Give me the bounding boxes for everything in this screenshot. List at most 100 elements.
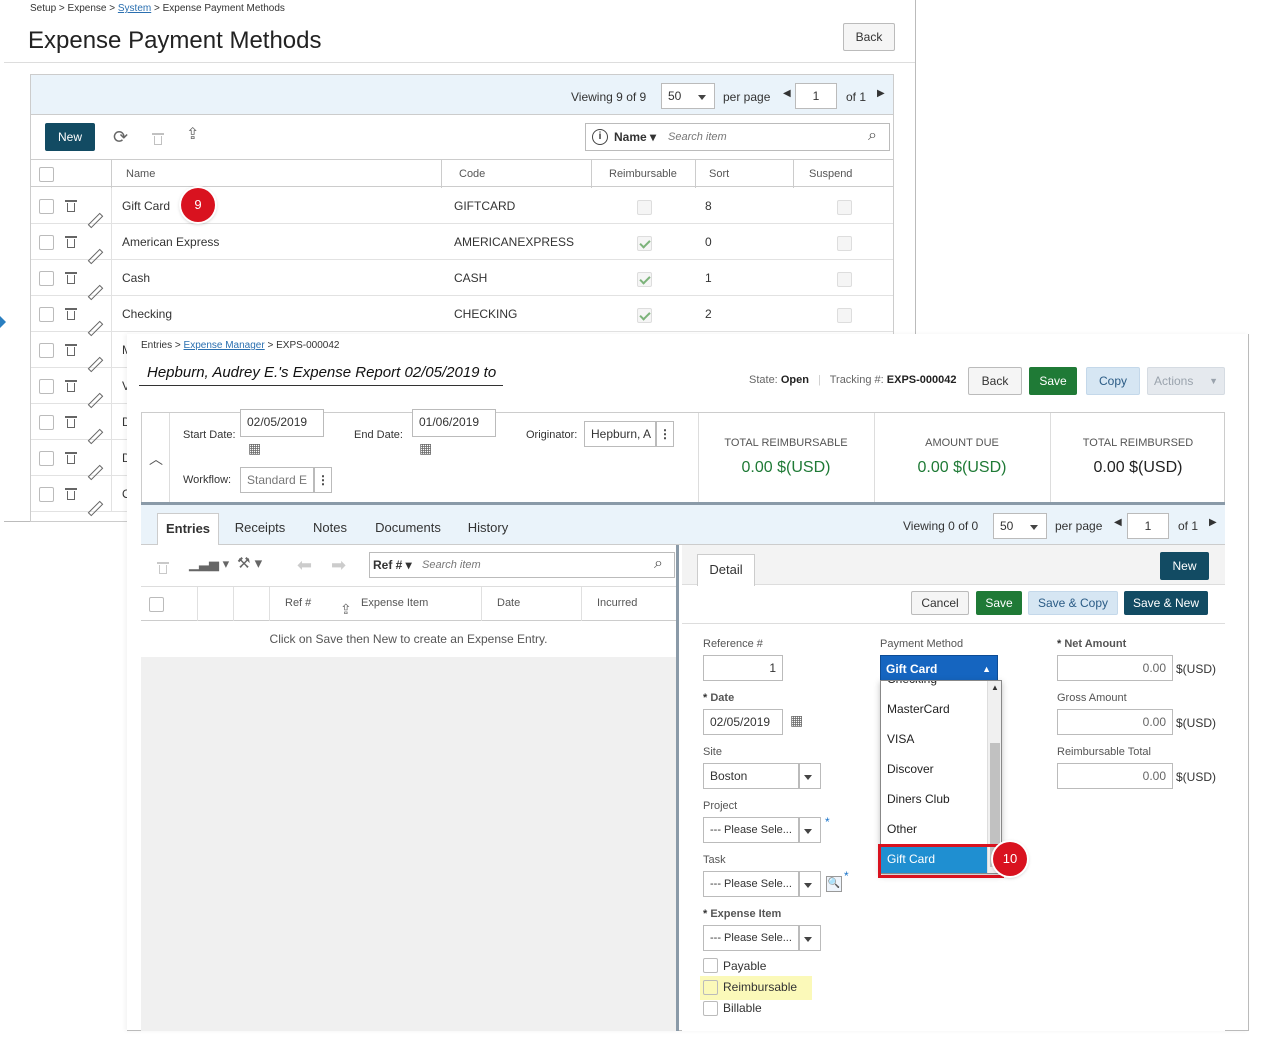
column-sort[interactable]: Sort (709, 168, 729, 180)
refresh-icon[interactable]: ⟳ (113, 128, 128, 146)
delete-icon[interactable] (65, 378, 77, 392)
new-button[interactable]: New (45, 123, 95, 151)
prev-page-icon[interactable]: ◀ (783, 88, 791, 99)
gross-amount-input[interactable]: 0.00 (1057, 709, 1173, 735)
upload-icon[interactable]: ⇪ (340, 601, 352, 618)
payment-option[interactable]: Diners Club (881, 784, 987, 814)
row-checkbox[interactable] (39, 271, 54, 286)
delete-icon[interactable] (65, 198, 77, 212)
cell-name[interactable]: Cash (122, 271, 150, 285)
project-select[interactable]: --- Please Sele... (703, 817, 799, 843)
delete-icon[interactable] (65, 486, 77, 500)
select-all-checkbox[interactable] (39, 167, 54, 182)
originator-input[interactable]: Hepburn, A (584, 421, 656, 447)
delete-icon[interactable] (65, 450, 77, 464)
cell-name[interactable]: American Express (122, 235, 219, 249)
expense-item-select[interactable]: --- Please Sele... (703, 925, 799, 951)
delete-icon[interactable] (65, 270, 77, 284)
calendar-icon[interactable]: ▦ (248, 441, 261, 455)
search-icon[interactable]: ⌕ (654, 555, 663, 573)
workflow-input[interactable]: Standard E (240, 467, 314, 493)
task-select[interactable]: --- Please Sele... (703, 871, 799, 897)
next-page-icon[interactable]: ▶ (877, 88, 885, 99)
project-dropdown-toggle[interactable] (799, 817, 821, 843)
save-button[interactable]: Save (1029, 367, 1077, 395)
per-page-select[interactable]: 50 (993, 513, 1047, 539)
delete-icon[interactable] (157, 560, 169, 574)
copy-button[interactable]: Copy (1086, 367, 1140, 395)
breadcrumb-expense[interactable]: Expense (68, 3, 107, 14)
chart-icon[interactable]: ▁▃▅ ▾ (189, 557, 229, 570)
billable-checkbox[interactable] (703, 1001, 718, 1016)
tab-detail[interactable]: Detail (697, 554, 755, 586)
collapse-marker-icon[interactable] (0, 316, 6, 328)
prev-page-icon[interactable]: ◀ (1114, 517, 1122, 528)
start-date-input[interactable]: 02/05/2019 (240, 409, 324, 437)
back-button[interactable]: Back (843, 23, 895, 51)
column-ref[interactable]: Ref # (285, 597, 311, 609)
column-incurred[interactable]: Incurred (597, 597, 637, 609)
column-expense-item[interactable]: Expense Item (361, 597, 428, 609)
search-field-select[interactable]: Ref # ▾ (373, 558, 412, 572)
row-checkbox[interactable] (39, 379, 54, 394)
more-icon[interactable]: ⋮ (314, 467, 332, 493)
tab-receipts[interactable]: Receipts (223, 513, 297, 545)
payment-option[interactable]: Other (881, 814, 987, 844)
back-button[interactable]: Back (968, 367, 1022, 395)
new-entry-button[interactable]: New (1160, 552, 1209, 580)
table-row[interactable]: Checking CHECKING 2 (31, 296, 893, 332)
search-icon[interactable]: ⌕ (868, 127, 877, 145)
collapse-toggle[interactable]: ︿ (142, 413, 170, 503)
column-date[interactable]: Date (497, 597, 520, 609)
row-checkbox[interactable] (39, 451, 54, 466)
tab-entries[interactable]: Entries (157, 513, 219, 545)
delete-icon[interactable] (65, 414, 77, 428)
delete-icon[interactable] (65, 306, 77, 320)
payable-checkbox[interactable] (703, 958, 718, 973)
payment-option[interactable]: Discover (881, 754, 987, 784)
payment-option[interactable]: Checking (881, 681, 987, 694)
row-checkbox[interactable] (39, 487, 54, 502)
row-checkbox[interactable] (39, 235, 54, 250)
delete-icon[interactable] (152, 131, 164, 145)
actions-dropdown[interactable]: Actions ▼ (1147, 367, 1225, 395)
calendar-icon[interactable]: ▦ (790, 713, 803, 727)
column-code[interactable]: Code (459, 168, 485, 180)
save-new-button[interactable]: Save & New (1124, 591, 1208, 615)
back-arrow-icon[interactable]: ⬅ (297, 555, 312, 576)
forward-arrow-icon[interactable]: ➡ (331, 555, 346, 576)
reference-input[interactable]: 1 (703, 655, 783, 681)
breadcrumb-setup[interactable]: Setup (30, 3, 56, 14)
select-all-checkbox[interactable] (149, 597, 164, 612)
task-dropdown-toggle[interactable] (799, 871, 821, 897)
table-row[interactable]: American Express AMERICANEXPRESS 0 (31, 224, 893, 260)
row-checkbox[interactable] (39, 307, 54, 322)
next-page-icon[interactable]: ▶ (1209, 517, 1217, 528)
reimbursable-total-input[interactable]: 0.00 (1057, 763, 1173, 789)
end-date-input[interactable]: 01/06/2019 (412, 409, 496, 437)
column-reimbursable[interactable]: Reimbursable (609, 168, 677, 180)
page-input[interactable]: 1 (1127, 513, 1169, 539)
edit-icon[interactable] (87, 500, 103, 516)
tab-history[interactable]: History (457, 513, 519, 545)
per-page-select[interactable]: 50 (661, 83, 715, 109)
page-input[interactable]: 1 (795, 83, 837, 109)
tab-documents[interactable]: Documents (363, 513, 453, 545)
breadcrumb-system-link[interactable]: System (118, 3, 151, 14)
table-row[interactable]: Gift Card GIFTCARD 8 (31, 188, 893, 224)
scroll-up-icon[interactable]: ▲ (991, 683, 999, 692)
breadcrumb-entries[interactable]: Entries (141, 340, 172, 351)
tools-icon[interactable]: ⚒ ▾ (237, 556, 262, 571)
save-button[interactable]: Save (976, 591, 1022, 615)
tab-notes[interactable]: Notes (301, 513, 359, 545)
delete-icon[interactable] (65, 234, 77, 248)
search-box[interactable]: Ref # ▾ Search item ⌕ (369, 552, 675, 578)
search-field-select[interactable]: Name ▾ (614, 130, 656, 144)
delete-icon[interactable] (65, 342, 77, 356)
payment-option[interactable]: MasterCard (881, 694, 987, 724)
column-name[interactable]: Name (126, 168, 155, 180)
search-input[interactable]: Search item (668, 131, 727, 143)
save-copy-button[interactable]: Save & Copy (1028, 591, 1118, 615)
payment-method-select[interactable]: Gift Card ▲ (880, 655, 998, 681)
row-checkbox[interactable] (39, 199, 54, 214)
